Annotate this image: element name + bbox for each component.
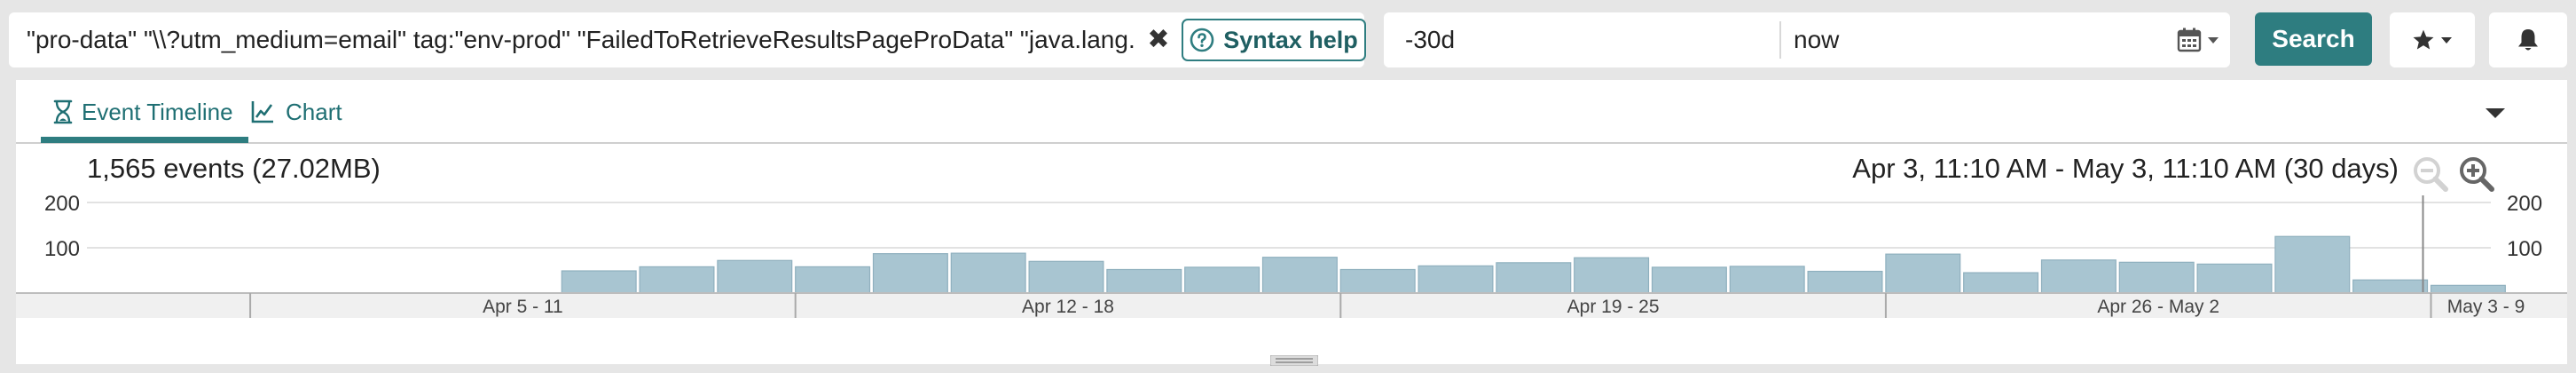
search-query-box[interactable]: "pro-data" "\\?utm_medium=email" tag:"en… — [9, 12, 1366, 67]
y-tick-label-left: 200 — [44, 195, 80, 216]
histogram-bar — [717, 259, 793, 294]
favorites-button[interactable] — [2390, 12, 2475, 67]
histogram-bar — [561, 270, 637, 294]
x-tick-label: Apr 19 - 25 — [1567, 297, 1660, 317]
event-histogram[interactable]: 200 200 100 100 Apr 5 - 11 Apr 12 - 18 Apr 19 … — [16, 195, 2567, 364]
tab-event-timeline[interactable]: Event Timeline — [41, 80, 248, 144]
histogram-bar — [1496, 262, 1572, 294]
syntax-help-label: Syntax help — [1223, 26, 1358, 53]
histogram-bar — [2352, 279, 2429, 294]
histogram-bar — [1729, 266, 1805, 294]
active-tab-indicator — [41, 137, 248, 143]
results-panel: Event Timeline Chart 1,565 events (27.02… — [16, 80, 2567, 367]
time-range-label: Apr 3, 11:10 AM - May 3, 11:10 AM (30 da… — [1852, 153, 2399, 184]
histogram-bar — [1651, 266, 1727, 294]
histogram-bar — [1885, 253, 1961, 294]
zoom-in-icon — [2460, 157, 2494, 192]
syntax-help-button[interactable]: Syntax help — [1182, 19, 1366, 61]
time-to-input[interactable] — [1794, 12, 2184, 67]
histogram-bar — [2430, 284, 2506, 294]
histogram-bar — [639, 266, 715, 294]
histogram-bar — [1184, 266, 1261, 294]
drag-handle-icon — [1269, 354, 1319, 367]
tabs-bar: Event Timeline Chart — [16, 80, 2567, 144]
time-range-divider — [1779, 21, 1781, 59]
bell-icon — [2518, 29, 2538, 51]
histogram-bar — [1807, 270, 1883, 294]
histogram-bar — [2118, 261, 2195, 294]
histogram-bar — [1028, 260, 1104, 294]
resize-handle[interactable] — [1269, 354, 1319, 367]
events-count: 1,565 events (27.02MB) — [87, 153, 381, 184]
star-icon — [2413, 29, 2434, 50]
zoom-in-button[interactable] — [2457, 155, 2496, 194]
y-tick-label-right: 100 — [2507, 237, 2542, 261]
tab-chart[interactable]: Chart — [250, 80, 367, 144]
close-icon[interactable]: ✖ — [1143, 12, 1174, 67]
x-tick-label: Apr 26 - May 2 — [2097, 297, 2219, 317]
hourglass-icon — [53, 99, 73, 124]
histogram-bar — [2196, 263, 2273, 294]
alerts-button[interactable] — [2489, 12, 2567, 67]
x-tick-label: Apr 5 - 11 — [483, 297, 563, 317]
x-tick-label: Apr 12 - 18 — [1022, 297, 1114, 317]
histogram-bar — [872, 253, 948, 294]
histogram-bar — [1106, 268, 1182, 294]
calendar-icon — [2177, 28, 2202, 52]
time-from-input[interactable] — [1405, 12, 1795, 67]
question-circle-icon — [1190, 28, 1214, 52]
histogram-bar — [1963, 272, 2039, 294]
histogram-bar — [1339, 268, 1416, 294]
x-tick-label: May 3 - 9 — [2447, 297, 2525, 317]
histogram-bar — [795, 266, 871, 294]
y-tick-label-right: 200 — [2507, 195, 2542, 216]
caret-down-icon — [2486, 108, 2505, 118]
tab-event-timeline-label: Event Timeline — [82, 98, 233, 125]
line-chart-icon — [251, 101, 273, 123]
zoom-out-button[interactable] — [2411, 155, 2450, 194]
y-tick-label-left: 100 — [44, 237, 80, 261]
search-query-input[interactable]: "pro-data" "\\?utm_medium=email" tag:"en… — [27, 12, 1137, 67]
histogram-bar — [2274, 235, 2351, 294]
tab-chart-label: Chart — [286, 98, 342, 125]
zoom-out-icon — [2414, 157, 2448, 192]
caret-down-icon — [2208, 37, 2219, 44]
collapse-panel-button[interactable] — [2473, 99, 2517, 126]
time-range-box — [1384, 12, 2230, 67]
search-button[interactable]: Search — [2255, 12, 2372, 66]
caret-down-icon — [2441, 37, 2452, 44]
histogram-bar — [1574, 257, 1650, 294]
histogram-bar — [2040, 259, 2117, 294]
histogram-bar — [950, 252, 1026, 294]
calendar-dropdown-button[interactable] — [2173, 21, 2223, 59]
histogram-bar — [1261, 257, 1338, 294]
histogram-bar — [1418, 265, 1494, 294]
